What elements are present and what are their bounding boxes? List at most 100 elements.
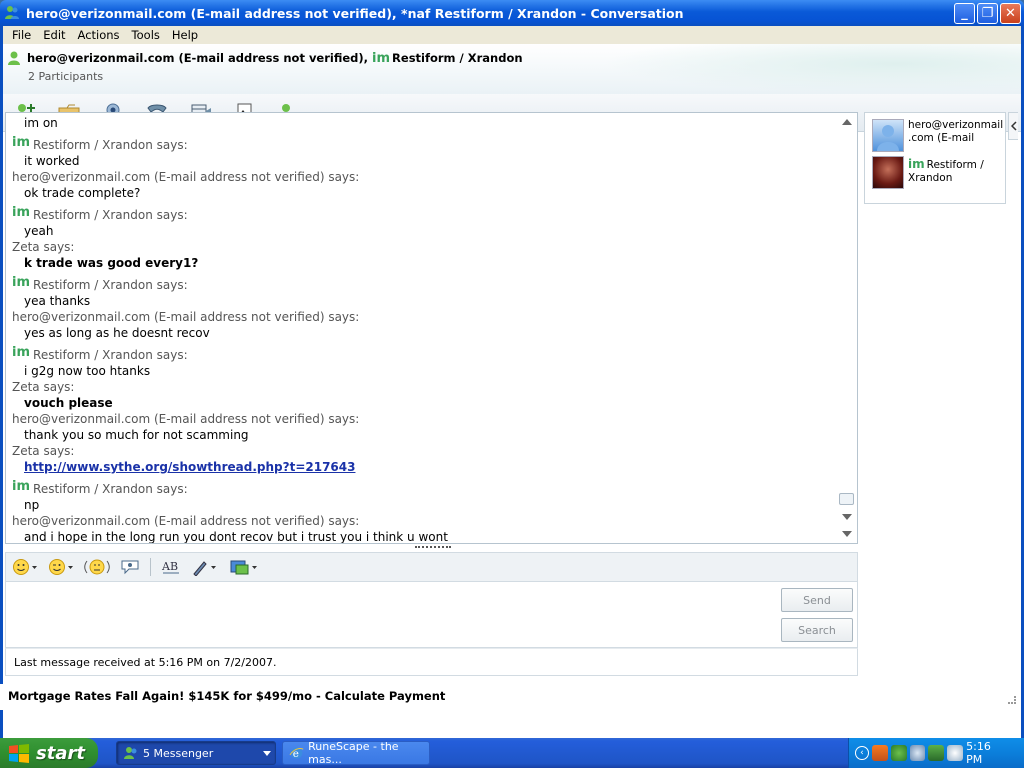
close-icon[interactable]: ✕ xyxy=(1000,3,1021,24)
message-link[interactable]: http://www.sythe.org/showthread.php?t=21… xyxy=(24,460,355,474)
message-text: and i hope in the long run you dont reco… xyxy=(24,530,448,544)
java-icon[interactable] xyxy=(871,745,888,761)
message-text: yeah xyxy=(24,224,54,238)
message-sender: im Restiform / Xrandon says: xyxy=(12,205,838,223)
start-button[interactable]: start xyxy=(0,738,98,768)
roster-item-restiform[interactable]: im Restiform / Xrandon xyxy=(865,152,1005,189)
toolbar-separator xyxy=(150,558,151,576)
sender-label: Restiform / Xrandon says: xyxy=(33,208,188,222)
photo-avatar xyxy=(872,156,904,189)
sender-label: Restiform / Xrandon says: xyxy=(33,138,188,152)
message-text: http://www.sythe.org/showthread.php?t=21… xyxy=(12,459,838,475)
messenger-tray-icon[interactable] xyxy=(890,745,907,761)
color-icon[interactable] xyxy=(191,557,219,577)
background-icon[interactable] xyxy=(229,557,259,577)
message-text: vouch please xyxy=(24,396,113,410)
sender-label: Restiform / Xrandon says: xyxy=(33,482,188,496)
participants-count: 2 Participants xyxy=(28,70,104,83)
title-bar[interactable]: hero@verizonmail.com (E-mail address not… xyxy=(0,0,1024,26)
send-button[interactable]: Send xyxy=(781,588,853,612)
wink-icon[interactable] xyxy=(48,557,74,577)
message-text: np xyxy=(24,498,40,512)
window-title: hero@verizonmail.com (E-mail address not… xyxy=(26,5,684,21)
scroll-end-icon[interactable] xyxy=(842,531,852,537)
menu-bar: File Edit Actions Tools Help xyxy=(3,26,1021,44)
message-compose-area[interactable]: Send Search xyxy=(5,582,858,648)
conversation-history[interactable]: im on im Restiform / Xrandon says: it worke… xyxy=(5,112,858,544)
emoticon-icon[interactable] xyxy=(12,557,38,577)
task-runescape[interactable]: e RuneScape - the mas... xyxy=(282,740,430,766)
im-icon: im xyxy=(12,135,31,150)
taskbar: start 5 Messenger e RuneScape - the mas.… xyxy=(0,738,1024,768)
im-icon: im xyxy=(12,205,31,220)
messenger-task-icon xyxy=(124,747,137,759)
menu-actions[interactable]: Actions xyxy=(72,28,126,42)
message-text: thank you so much for not scamming xyxy=(24,428,249,442)
message-sender: im Restiform / Xrandon says: xyxy=(12,479,838,497)
messenger-app-icon xyxy=(5,6,19,19)
message-text: i g2g now too htanks xyxy=(24,364,151,378)
header-contact-2: Restiform / Xrandon xyxy=(392,51,523,65)
message-sender: Zeta says: xyxy=(12,239,838,255)
message-sender: hero@verizonmail.com (E-mail address not… xyxy=(12,169,838,185)
sender-label: Restiform / Xrandon says: xyxy=(33,348,188,362)
minimize-icon[interactable]: _ xyxy=(954,3,975,24)
message-text: im on xyxy=(24,116,58,130)
im-icon: im xyxy=(908,157,925,171)
scroll-down-icon[interactable] xyxy=(842,514,852,520)
sender-label: Zeta says: xyxy=(12,444,75,458)
voice-clip-icon[interactable] xyxy=(120,557,140,577)
status-bar: Last message received at 5:16 PM on 7/2/… xyxy=(5,648,858,676)
menu-edit[interactable]: Edit xyxy=(37,28,71,42)
sender-label: Restiform / Xrandon says: xyxy=(33,278,188,292)
menu-help[interactable]: Help xyxy=(166,28,204,42)
message-text: yea thanks xyxy=(24,294,91,308)
collapse-roster-icon[interactable] xyxy=(1008,112,1018,140)
message-sender: Zeta says: xyxy=(12,379,838,395)
menu-tools[interactable]: Tools xyxy=(126,28,166,42)
restore-icon[interactable]: ❐ xyxy=(977,3,998,24)
font-icon[interactable]: AB xyxy=(161,557,181,577)
conversation-header: hero@verizonmail.com (E-mail address not… xyxy=(3,44,1021,94)
message-text: k trade was good every1? xyxy=(24,256,199,270)
nudge-icon[interactable] xyxy=(84,557,110,577)
message-text: ok trade complete? xyxy=(24,186,141,200)
roster-name-line2: .com (E-mail xyxy=(908,132,975,144)
roster-name-line1: Restiform / xyxy=(926,159,984,171)
ad-text[interactable]: Mortgage Rates Fall Again! $145K for $49… xyxy=(8,689,445,703)
message-sender: hero@verizonmail.com (E-mail address not… xyxy=(12,513,838,529)
task-label: 5 Messenger xyxy=(143,746,214,760)
task-messenger[interactable]: 5 Messenger xyxy=(116,741,276,765)
windows-logo-icon xyxy=(9,744,29,763)
im-icon: im xyxy=(12,479,31,494)
default-avatar xyxy=(872,119,904,152)
splitter-grip[interactable] xyxy=(415,546,451,549)
sender-label: hero@verizonmail.com (E-mail address not… xyxy=(12,170,360,184)
message-sender: hero@verizonmail.com (E-mail address not… xyxy=(12,411,838,427)
scroll-thumb[interactable] xyxy=(839,493,854,505)
im-icon: im xyxy=(12,275,31,290)
chevron-down-icon[interactable] xyxy=(263,751,271,756)
scroll-up-icon[interactable] xyxy=(842,119,852,125)
sender-label: hero@verizonmail.com (E-mail address not… xyxy=(12,514,360,528)
menu-file[interactable]: File xyxy=(6,28,37,42)
security-shield-icon[interactable] xyxy=(928,745,945,761)
clock: 5:16 PM xyxy=(966,740,991,766)
message-text: it worked xyxy=(24,154,80,168)
roster-name-line2: Xrandon xyxy=(908,172,953,184)
im-icon: im xyxy=(372,50,391,66)
sender-label: hero@verizonmail.com (E-mail address not… xyxy=(12,412,360,426)
roster-item-hero[interactable]: hero@verizonmail .com (E-mail xyxy=(865,113,1005,152)
ie-icon: e xyxy=(289,747,304,760)
history-scrollbar[interactable] xyxy=(837,113,857,543)
resize-grip-icon[interactable] xyxy=(1008,696,1016,704)
search-button[interactable]: Search xyxy=(781,618,853,642)
roster-name-line1: hero@verizonmail xyxy=(908,119,1004,131)
message-text: yes as long as he doesnt recov xyxy=(24,326,210,340)
network-icon[interactable] xyxy=(909,745,926,761)
im-icon: im xyxy=(12,345,31,360)
ad-banner[interactable]: Mortgage Rates Fall Again! $145K for $49… xyxy=(0,684,1018,710)
tray-expand-icon[interactable]: ‹ xyxy=(855,746,869,760)
message-list: im on im Restiform / Xrandon says: it worke… xyxy=(6,113,838,544)
volume-icon[interactable] xyxy=(947,745,964,761)
